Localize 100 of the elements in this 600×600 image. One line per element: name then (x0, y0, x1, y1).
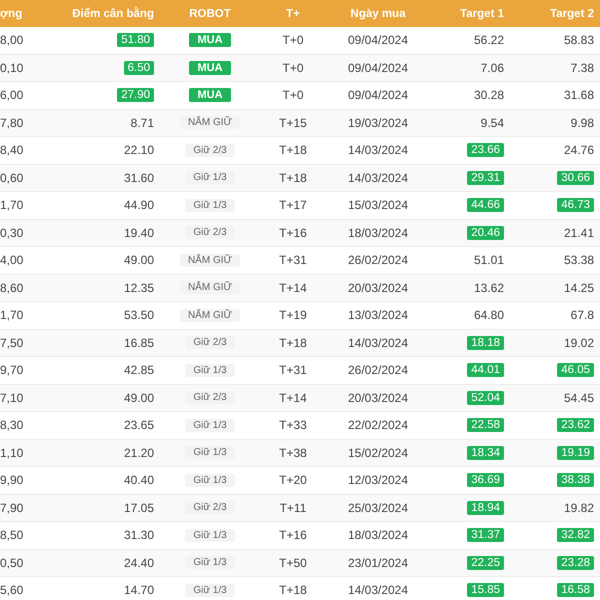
date-cell: 20/03/2024 (348, 280, 408, 295)
days-cell: T+15 (279, 116, 307, 130)
value-text: 21.20 (124, 446, 154, 460)
date-cell: 14/03/2024 (348, 170, 408, 185)
date-cell: 13/03/2024 (348, 308, 408, 322)
target-badge: 32.82 (557, 528, 594, 542)
volume-cell: 7,10 (0, 390, 24, 405)
days-cell: T+18 (279, 143, 307, 158)
value-text: 9.98 (570, 116, 594, 130)
days-cell: T+0 (282, 33, 304, 48)
volume-cell: 0,60 (0, 170, 24, 185)
target-badge: 46.73 (557, 198, 594, 212)
value-text: 44.90 (124, 198, 154, 212)
volume-cell: 8,00 (0, 33, 24, 48)
target-badge: 44.01 (467, 363, 504, 378)
target-badge: 22.58 (467, 418, 504, 432)
value-text: 19.82 (564, 500, 594, 515)
target-badge: 31.37 (467, 528, 504, 542)
target-badge: 18.18 (467, 336, 504, 350)
date-cell: 14/03/2024 (348, 583, 408, 598)
target-badge: 18.94 (467, 500, 504, 515)
value-text: 42.85 (124, 363, 154, 378)
date-cell: 25/03/2024 (348, 500, 408, 515)
target-badge: 22.25 (467, 556, 504, 570)
volume-cell: 8,40 (0, 143, 24, 158)
target-badge: 23.66 (467, 143, 504, 158)
value-text: 49.00 (124, 253, 154, 268)
value-text: 31.68 (564, 88, 594, 102)
days-cell: T+18 (279, 170, 307, 185)
days-cell: T+11 (280, 500, 306, 515)
volume-cell: 6,00 (0, 88, 24, 102)
signal-badge: Giữ 1/3 (185, 171, 235, 184)
target-badge: 23.62 (557, 418, 594, 432)
days-cell: T+31 (279, 363, 307, 378)
volume-cell: 7,90 (0, 500, 24, 515)
value-text: 9.54 (480, 116, 504, 130)
value-text: 53.50 (124, 308, 154, 322)
value-text: 21.41 (564, 226, 594, 240)
date-cell: 14/03/2024 (348, 143, 408, 158)
target-badge: 44.66 (467, 198, 504, 212)
value-text: 14.70 (124, 583, 154, 598)
value-text: 7.06 (480, 60, 504, 75)
value-text: 17.05 (124, 500, 154, 515)
value-text: 40.40 (124, 473, 154, 488)
days-cell: T+16 (279, 226, 307, 240)
signal-badge: Giữ 2/3 (185, 144, 235, 157)
date-cell: 09/04/2024 (348, 88, 408, 102)
value-text: 31.30 (124, 528, 154, 542)
value-text: 51.01 (474, 253, 504, 268)
buy-badge: MUA (189, 60, 231, 75)
volume-cell: 1,10 (0, 446, 24, 460)
target-badge: 38.38 (557, 473, 594, 488)
date-cell: 15/03/2024 (348, 198, 408, 212)
volume-cell: 9,70 (0, 363, 24, 378)
target-badge: 15.85 (467, 583, 504, 598)
value-text: 56.22 (474, 33, 504, 48)
date-cell: 12/03/2024 (348, 473, 408, 488)
value-text: 19.40 (124, 226, 154, 240)
signal-badge: Giữ 2/3 (185, 336, 235, 350)
days-cell: T+14 (279, 390, 307, 405)
target-badge: 46.05 (557, 363, 594, 378)
value-text: 12.35 (124, 280, 154, 295)
target-badge: 19.19 (557, 446, 594, 460)
column-header: ROBOT (189, 8, 231, 20)
days-cell: T+0 (282, 88, 304, 102)
date-cell: 09/04/2024 (348, 60, 408, 75)
date-cell: 20/03/2024 (348, 390, 408, 405)
signal-badge: Giữ 1/3 (185, 556, 235, 570)
value-text: 13.62 (474, 280, 504, 295)
value-text: 67.8 (570, 308, 594, 322)
volume-cell: 7,50 (0, 336, 24, 350)
days-cell: T+16 (279, 528, 307, 542)
days-cell: T+18 (279, 336, 307, 350)
signal-badge: NẮM GIỮ (180, 308, 240, 322)
days-cell: T+31 (279, 253, 307, 268)
column-header: T+ (286, 8, 300, 20)
value-text: 49.00 (124, 390, 154, 405)
volume-cell: 4,00 (0, 253, 24, 268)
value-text: 7.38 (570, 60, 594, 75)
target-badge: 51.80 (117, 33, 154, 48)
signal-badge: Giữ 1/3 (185, 528, 235, 542)
target-badge: 29.31 (467, 170, 504, 185)
column-header: Target 2 (550, 8, 594, 20)
date-cell: 26/02/2024 (348, 253, 408, 268)
signal-badge: Giữ 1/3 (185, 474, 235, 487)
column-header: Ngày mua (350, 8, 406, 20)
volume-cell: 1,70 (0, 198, 24, 212)
days-cell: T+33 (279, 418, 307, 432)
days-cell: T+20 (279, 473, 307, 488)
signal-badge: Giữ 1/3 (185, 364, 235, 377)
value-text: 58.83 (564, 33, 594, 48)
days-cell: T+19 (279, 308, 307, 322)
days-cell: T+18 (279, 583, 307, 598)
target-badge: 16.58 (557, 583, 594, 598)
days-cell: T+50 (279, 556, 307, 570)
target-badge: 6.50 (124, 60, 154, 75)
column-header: Target 1 (460, 8, 504, 20)
value-text: 64.80 (474, 308, 504, 322)
value-text: 30.28 (474, 88, 504, 102)
signal-badge: Giữ 2/3 (185, 226, 235, 240)
